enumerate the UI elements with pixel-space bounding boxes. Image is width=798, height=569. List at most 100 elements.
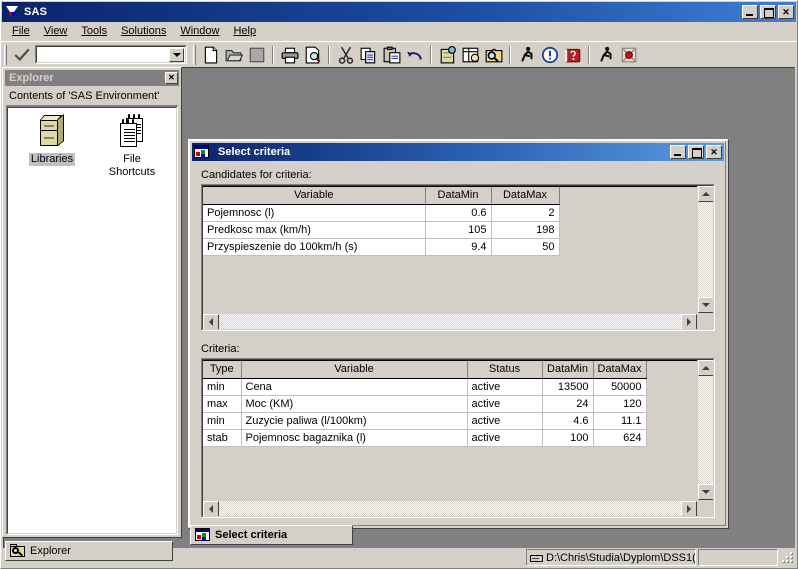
candidates-vscroll-track[interactable]	[698, 202, 713, 297]
menu-window[interactable]: Window	[173, 23, 226, 40]
criteria-r1-status: active	[467, 395, 543, 413]
run2-icon[interactable]	[594, 44, 617, 66]
taskbar-button-explorer-label: Explorer	[30, 545, 71, 557]
explorer-item-file-shortcuts[interactable]: File Shortcuts	[98, 114, 166, 533]
table-row[interactable]: Predkosc max (km/h) 105 198	[203, 221, 560, 239]
criteria-r0-datamin: 13500	[542, 378, 594, 396]
criteria-col-datamax[interactable]: DataMax	[593, 361, 647, 379]
app-minimize-button[interactable]	[742, 5, 758, 19]
app-close-button[interactable]: ✕	[778, 5, 794, 19]
print-icon[interactable]	[278, 44, 301, 66]
menu-solutions[interactable]: Solutions	[114, 23, 173, 40]
new-icon[interactable]	[199, 44, 222, 66]
menu-file[interactable]: File	[5, 23, 37, 40]
explorer-content-list[interactable]: Libraries File Shortcuts	[6, 106, 178, 535]
criteria-r2-type: min	[203, 412, 242, 430]
new-library-icon[interactable]	[436, 44, 459, 66]
criteria-grid: Type Variable Status DataMin DataMax min…	[201, 358, 715, 518]
scroll-up-icon[interactable]	[698, 186, 713, 202]
table-row[interactable]: min Zuzycie paliwa (l/100km) active 4.6 …	[203, 412, 647, 430]
criteria-vertical-scrollbar[interactable]	[697, 360, 713, 500]
help-icon[interactable]	[561, 44, 584, 66]
candidates-r0-datamax: 2	[491, 204, 560, 222]
resize-grip-icon[interactable]	[781, 551, 795, 565]
criteria-horizontal-scrollbar[interactable]	[203, 500, 713, 516]
candidates-col-datamin[interactable]: DataMin	[425, 187, 492, 205]
status-path-pane: D:\Chris\Studia\Dyplom\DSS1(	[526, 549, 696, 566]
scroll-up-icon[interactable]	[698, 360, 713, 376]
criteria-r2-status: active	[467, 412, 543, 430]
table-row[interactable]: stab Pojemnosc bagaznika (l) active 100 …	[203, 429, 647, 447]
app-menubar: File View Tools Solutions Window Help	[1, 22, 797, 41]
candidates-r2-variable: Przyspieszenie do 100km/h (s)	[203, 238, 426, 256]
toolbar-grip[interactable]	[4, 44, 7, 65]
scroll-right-icon[interactable]	[681, 501, 697, 516]
criteria-r2-variable: Zuzycie paliwa (l/100km)	[241, 412, 468, 430]
explorer-icon[interactable]	[482, 44, 505, 66]
select-criteria-maximize-button[interactable]	[688, 145, 704, 159]
explorer-contents-header: Contents of 'SAS Environment'	[6, 88, 178, 106]
sas-main-window: SAS ✕ File View Tools Solutions Window H…	[0, 0, 798, 569]
criteria-vscroll-track[interactable]	[698, 376, 713, 484]
table-row[interactable]: Przyspieszenie do 100km/h (s) 9.4 50	[203, 238, 560, 256]
cut-icon[interactable]	[334, 44, 357, 66]
table-row[interactable]: max Moc (KM) active 24 120	[203, 395, 647, 413]
criteria-r0-type: min	[203, 378, 242, 396]
select-criteria-close-button[interactable]: ✕	[706, 145, 722, 159]
candidates-grid-viewport[interactable]: Variable DataMin DataMax Pojemnosc (l) 0…	[203, 186, 697, 313]
scroll-left-icon[interactable]	[203, 314, 219, 329]
explorer-taskbar-row: Explorer	[2, 539, 182, 563]
criteria-grid-viewport[interactable]: Type Variable Status DataMin DataMax min…	[203, 360, 697, 500]
chevron-down-icon[interactable]	[169, 48, 184, 62]
toolbar-grip-2[interactable]	[193, 44, 196, 65]
menu-tools[interactable]: Tools	[74, 23, 114, 40]
candidates-grid: Variable DataMin DataMax Pojemnosc (l) 0…	[201, 184, 715, 331]
close-icon[interactable]: ✕	[165, 72, 178, 84]
criteria-r2-datamax: 11.1	[593, 412, 647, 430]
app-window-controls: ✕	[742, 5, 794, 19]
criteria-col-variable[interactable]: Variable	[241, 361, 468, 379]
scroll-down-icon[interactable]	[698, 484, 713, 500]
stop-icon[interactable]	[617, 44, 640, 66]
candidates-vertical-scrollbar[interactable]	[697, 186, 713, 313]
candidates-horizontal-scrollbar[interactable]	[203, 313, 713, 329]
menu-tools-label: Tools	[81, 25, 108, 37]
scroll-right-icon[interactable]	[681, 314, 697, 329]
sas-table-icon	[195, 528, 211, 542]
menu-help-label: Help	[233, 25, 257, 37]
taskbar-button-explorer[interactable]: Explorer	[5, 541, 173, 561]
select-criteria-titlebar: Select criteria ✕	[192, 143, 724, 161]
criteria-r1-type: max	[203, 395, 242, 413]
viewtable-icon[interactable]	[459, 44, 482, 66]
table-row[interactable]: Pojemnosc (l) 0.6 2	[203, 204, 560, 222]
break-icon[interactable]	[538, 44, 561, 66]
command-input-combo[interactable]	[35, 45, 187, 64]
candidates-col-variable[interactable]: Variable	[203, 187, 426, 205]
explorer-panel: Explorer ✕ Contents of 'SAS Environment'	[2, 67, 182, 538]
menu-help[interactable]: Help	[226, 23, 263, 40]
taskbar-button-select-criteria[interactable]: Select criteria	[190, 525, 353, 545]
checkmark-icon[interactable]	[10, 45, 34, 65]
run-icon[interactable]	[515, 44, 538, 66]
criteria-col-type[interactable]: Type	[203, 361, 242, 379]
criteria-col-status[interactable]: Status	[467, 361, 543, 379]
copy-icon[interactable]	[357, 44, 380, 66]
scroll-down-icon[interactable]	[698, 297, 713, 313]
undo-icon[interactable]	[403, 44, 426, 66]
scroll-left-icon[interactable]	[203, 501, 219, 516]
candidates-hscroll-track[interactable]	[219, 314, 681, 329]
menu-view[interactable]: View	[37, 23, 75, 40]
paste-icon[interactable]	[380, 44, 403, 66]
criteria-hscroll-track[interactable]	[219, 501, 681, 516]
table-row[interactable]: min Cena active 13500 50000	[203, 378, 647, 396]
criteria-col-datamin[interactable]: DataMin	[542, 361, 594, 379]
app-maximize-button[interactable]	[760, 5, 776, 19]
select-criteria-minimize-button[interactable]	[670, 145, 686, 159]
criteria-r3-type: stab	[203, 429, 242, 447]
open-icon[interactable]	[222, 44, 245, 66]
explorer-item-libraries[interactable]: Libraries	[18, 113, 86, 533]
save-icon[interactable]	[245, 44, 268, 66]
candidates-col-datamax[interactable]: DataMax	[491, 187, 560, 205]
print-preview-icon[interactable]	[301, 44, 324, 66]
candidates-r1-variable: Predkosc max (km/h)	[203, 221, 426, 239]
